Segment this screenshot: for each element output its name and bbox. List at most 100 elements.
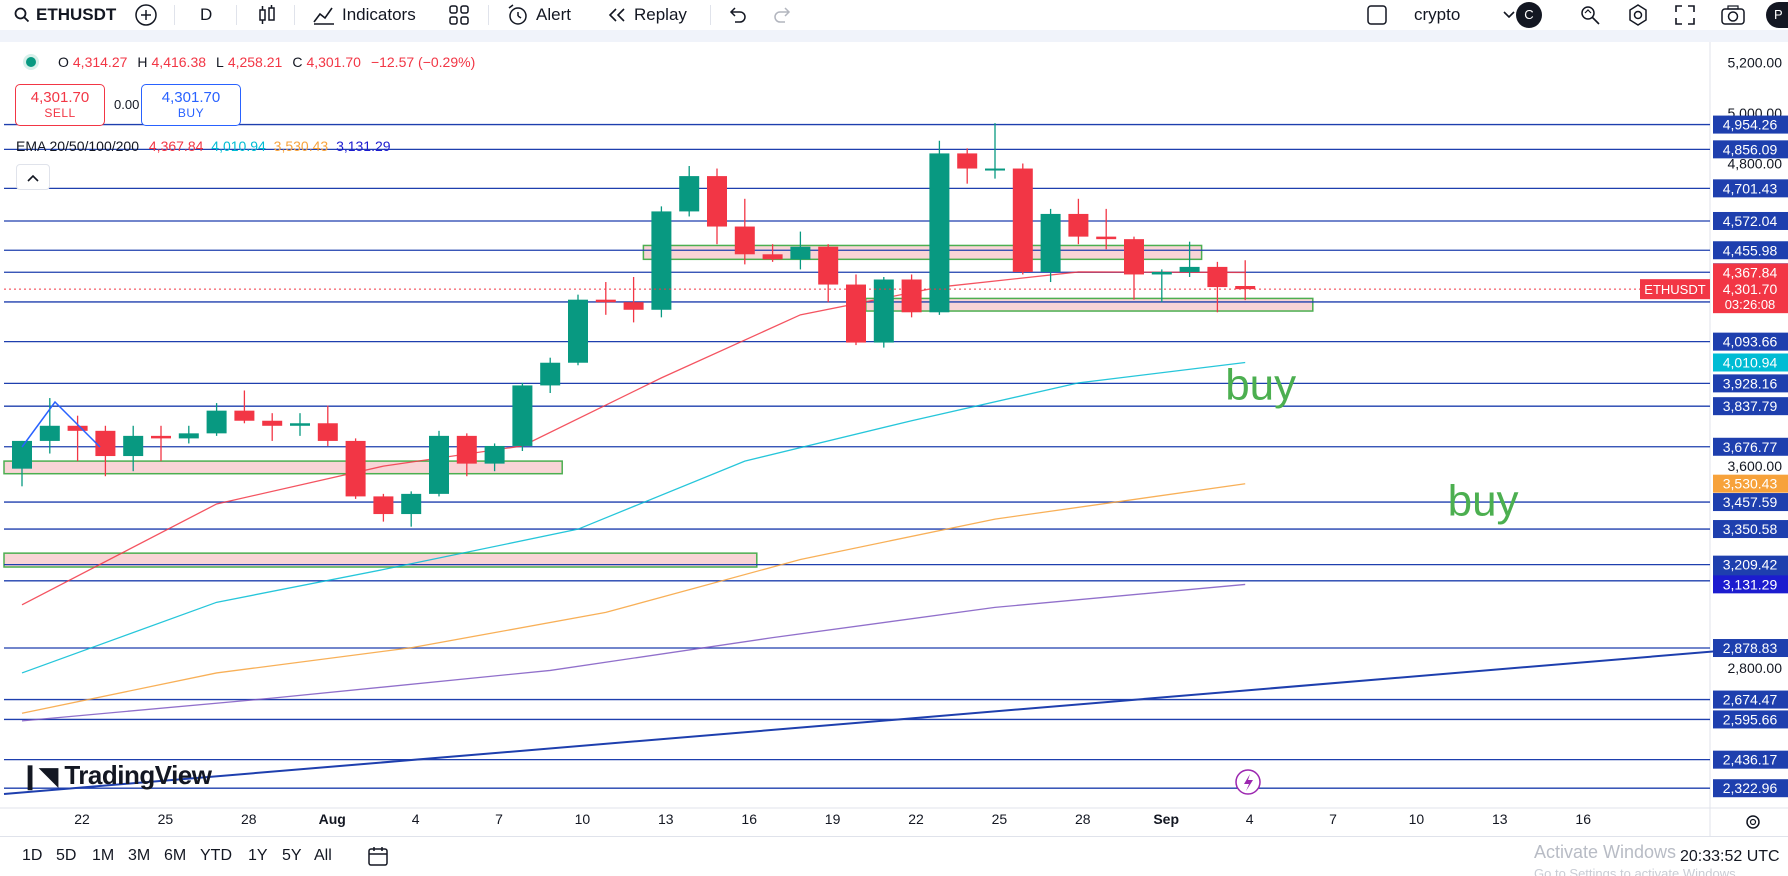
candle-body[interactable]: [1012, 168, 1033, 272]
buy-annotation[interactable]: buy: [1448, 476, 1519, 525]
candle-body[interactable]: [345, 440, 366, 497]
goto-date-button[interactable]: [366, 845, 390, 872]
candle-body[interactable]: [707, 176, 727, 227]
candle-body[interactable]: [957, 153, 978, 169]
close-label: C: [292, 54, 303, 70]
candle-body[interactable]: [1096, 236, 1117, 240]
candle-body[interactable]: [123, 435, 144, 457]
candle-body[interactable]: [568, 299, 588, 363]
quick-search-button[interactable]: [1578, 0, 1602, 30]
candle-body[interactable]: [651, 211, 672, 310]
candle-body[interactable]: [401, 493, 422, 515]
candle-body[interactable]: [985, 168, 1005, 171]
candle-body[interactable]: [429, 435, 449, 494]
range-button-6m[interactable]: 6M: [164, 847, 186, 865]
buy-annotation[interactable]: buy: [1225, 360, 1296, 409]
level-price-label: 4,701.43: [1723, 180, 1778, 196]
chart-type-button[interactable]: [256, 0, 278, 30]
sell-button[interactable]: 4,301.70 SELL: [15, 84, 105, 126]
candle-body[interactable]: [762, 254, 783, 260]
range-button-5y[interactable]: 5Y: [282, 847, 302, 865]
candle-body[interactable]: [1068, 213, 1089, 237]
candle-body[interactable]: [206, 410, 227, 434]
candle-body[interactable]: [484, 445, 505, 464]
chevron-down-icon: [1503, 11, 1515, 19]
sell-price: 4,301.70: [30, 89, 90, 106]
buy-button[interactable]: 4,301.70 BUY: [141, 84, 241, 126]
range-button-ytd[interactable]: YTD: [200, 847, 232, 865]
support-zone[interactable]: [642, 244, 1203, 261]
calendar-icon: [368, 847, 388, 866]
candle-body[interactable]: [1124, 239, 1144, 275]
compare-symbol-button[interactable]: [134, 0, 158, 30]
spread-value: 0.00: [114, 97, 140, 112]
layout-templates-button[interactable]: [448, 0, 470, 30]
camera-icon: [1721, 5, 1745, 25]
magic-search-icon: [1581, 6, 1600, 25]
ema-legend[interactable]: EMA 20/50/100/200 4,367.84 4,010.94 3,53…: [16, 138, 391, 154]
profile-button[interactable]: P: [1766, 0, 1788, 30]
fullscreen-button[interactable]: [1674, 0, 1696, 30]
ema20-value: 4,367.84: [148, 138, 204, 154]
range-button-3m[interactable]: 3M: [128, 847, 150, 865]
support-zone[interactable]: [3, 460, 563, 475]
candle-body[interactable]: [901, 279, 922, 313]
candle-body[interactable]: [290, 423, 310, 426]
indicators-button[interactable]: Indicators: [312, 0, 416, 30]
price-axis-tick: 3,600.00: [1728, 458, 1783, 474]
range-button-all[interactable]: All: [314, 847, 332, 865]
interval-button[interactable]: D: [200, 0, 212, 30]
price-chart[interactable]: buybuy 5,200.005,000.004,800.003,600.002…: [0, 42, 1788, 836]
candle-body[interactable]: [151, 435, 171, 439]
candle-body[interactable]: [1151, 271, 1172, 275]
candle-body[interactable]: [734, 226, 755, 255]
candle-body[interactable]: [846, 284, 866, 343]
candle-body[interactable]: [1040, 213, 1061, 272]
candle-body[interactable]: [67, 425, 88, 431]
candle-body[interactable]: [262, 420, 283, 426]
collapse-legend-button[interactable]: [16, 164, 50, 190]
candle-body[interactable]: [317, 423, 338, 441]
candle-body[interactable]: [95, 430, 116, 457]
candle-body[interactable]: [39, 425, 60, 441]
time-axis-tick: 10: [1409, 811, 1425, 827]
time-axis-tick: Sep: [1153, 811, 1179, 827]
indicators-label: Indicators: [342, 5, 416, 24]
candle-body[interactable]: [456, 435, 477, 464]
undo-icon: [729, 7, 746, 23]
candle-body[interactable]: [595, 299, 616, 303]
candle-body[interactable]: [512, 385, 533, 446]
range-button-5d[interactable]: 5D: [56, 847, 76, 865]
candle-body[interactable]: [12, 440, 32, 469]
candle-body[interactable]: [178, 433, 199, 439]
snapshot-button[interactable]: [1720, 0, 1746, 30]
redo-button[interactable]: [772, 0, 794, 30]
candle-body[interactable]: [540, 362, 561, 386]
settings-button[interactable]: [1626, 0, 1650, 30]
candle-body[interactable]: [1207, 266, 1228, 288]
range-button-1m[interactable]: 1M: [92, 847, 114, 865]
symbol-search[interactable]: ETHUSDT: [14, 0, 116, 30]
range-button-1d[interactable]: 1D: [22, 847, 42, 865]
lightning-icon[interactable]: [1235, 769, 1261, 795]
candle-body[interactable]: [234, 410, 255, 421]
alert-button[interactable]: Alert: [506, 0, 571, 30]
level-price-label: 4,954.26: [1723, 117, 1778, 133]
candle-body[interactable]: [790, 246, 811, 260]
layout-select[interactable]: crypto: [1366, 0, 1516, 30]
utc-clock[interactable]: 20:33:52 UTC: [1676, 848, 1784, 866]
candle-body[interactable]: [929, 153, 950, 313]
level-price-label: 2,674.47: [1723, 692, 1778, 708]
candle-body[interactable]: [818, 246, 839, 285]
range-button-1y[interactable]: 1Y: [248, 847, 268, 865]
ema-price-label: 4,367.84: [1723, 264, 1778, 280]
candle-body[interactable]: [679, 176, 700, 212]
account-avatar[interactable]: C: [1516, 0, 1542, 30]
candle-body[interactable]: [373, 496, 394, 515]
market-status-icon[interactable]: [26, 57, 36, 67]
undo-button[interactable]: [726, 0, 748, 30]
replay-button[interactable]: Replay: [606, 0, 687, 30]
candle-body[interactable]: [623, 302, 644, 310]
time-axis-tick: 16: [1575, 811, 1591, 827]
candle-body[interactable]: [1179, 266, 1200, 272]
